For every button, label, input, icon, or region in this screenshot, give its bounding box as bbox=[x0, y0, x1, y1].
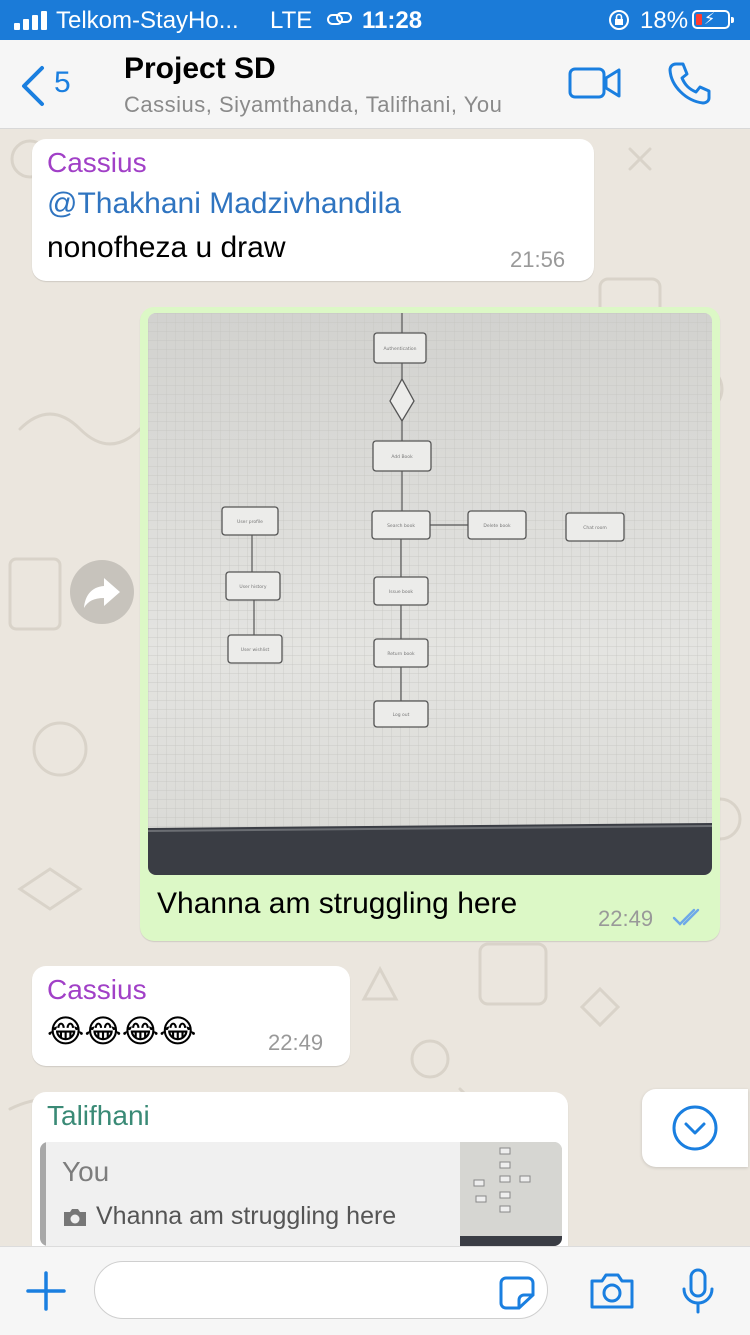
message-bubble-outgoing-image[interactable]: Authentication Add Book User profile Sea… bbox=[140, 307, 720, 941]
message-emoji: 😂😂😂😂 bbox=[47, 1012, 197, 1050]
phone-icon[interactable] bbox=[666, 60, 712, 106]
camera-icon[interactable] bbox=[588, 1271, 636, 1311]
svg-text:Search book: Search book bbox=[387, 523, 415, 529]
svg-text:User profile: User profile bbox=[237, 519, 263, 525]
read-receipt-icon bbox=[672, 908, 700, 926]
message-time: 22:49 bbox=[268, 1030, 324, 1055]
signal-icon bbox=[14, 10, 47, 30]
quote-thumbnail bbox=[460, 1142, 562, 1246]
chat-participants[interactable]: Cassius, Siyamthanda, Talifhani, You bbox=[124, 92, 502, 118]
forward-button[interactable] bbox=[70, 560, 134, 624]
status-bar: Telkom-StayHo... LTE 11:28 18% ⚡ bbox=[0, 0, 750, 40]
flowchart-photo: Authentication Add Book User profile Sea… bbox=[148, 313, 712, 875]
scroll-to-bottom-button[interactable] bbox=[642, 1089, 748, 1167]
message-bubble-incoming[interactable]: Cassius @Thakhani Madzivhandila nonofhez… bbox=[32, 139, 594, 281]
chevron-down-circle-icon bbox=[672, 1105, 718, 1151]
sender-name[interactable]: Talifhani bbox=[47, 1100, 150, 1132]
orientation-lock-icon bbox=[609, 10, 629, 30]
svg-text:Authentication: Authentication bbox=[383, 346, 416, 352]
message-time: 22:49 bbox=[598, 906, 654, 931]
chat-title[interactable]: Project SD bbox=[124, 52, 276, 86]
battery-charging-icon: ⚡ bbox=[692, 10, 734, 29]
chat-area[interactable]: Cassius @Thakhani Madzivhandila nonofhez… bbox=[0, 129, 750, 1246]
message-input-bar bbox=[0, 1246, 750, 1335]
sender-name[interactable]: Cassius bbox=[47, 147, 147, 179]
quoted-message[interactable]: You Vhanna am struggling here bbox=[40, 1142, 562, 1246]
svg-text:Chat room: Chat room bbox=[583, 525, 607, 531]
photo-attachment[interactable]: Authentication Add Book User profile Sea… bbox=[148, 313, 712, 875]
forward-icon bbox=[84, 578, 120, 608]
chat-header: 5 Project SD Cassius, Siyamthanda, Talif… bbox=[0, 40, 750, 129]
carrier-name: Telkom-StayHo... bbox=[56, 7, 239, 34]
camera-small-icon bbox=[64, 1209, 86, 1226]
clock: 11:28 bbox=[362, 7, 423, 34]
sender-name[interactable]: Cassius bbox=[47, 974, 147, 1006]
svg-text:Add Book: Add Book bbox=[391, 454, 413, 460]
link-icon bbox=[327, 12, 352, 25]
mention-link[interactable]: @Thakhani Madzivhandila bbox=[47, 187, 401, 221]
message-text: nonofheza u draw bbox=[47, 231, 286, 264]
message-bubble-incoming-reply[interactable]: Talifhani You Vhanna am struggling here bbox=[32, 1092, 568, 1246]
svg-text:Return book: Return book bbox=[387, 651, 415, 657]
image-caption: Vhanna am struggling here bbox=[157, 887, 518, 920]
quote-author: You bbox=[62, 1156, 110, 1187]
svg-text:Delete book: Delete book bbox=[483, 523, 511, 529]
message-bubble-incoming[interactable]: Cassius 😂😂😂😂 22:49 bbox=[32, 966, 350, 1066]
quote-bar bbox=[40, 1142, 46, 1246]
sticker-icon[interactable] bbox=[498, 1275, 536, 1311]
microphone-icon[interactable] bbox=[680, 1267, 716, 1315]
message-time: 21:56 bbox=[510, 247, 566, 272]
back-unread-count[interactable]: 5 bbox=[54, 66, 71, 100]
network-type: LTE bbox=[270, 7, 313, 34]
quote-text: Vhanna am struggling here bbox=[96, 1202, 397, 1230]
svg-text:User wishlist: User wishlist bbox=[241, 647, 270, 653]
video-call-icon[interactable] bbox=[568, 64, 622, 102]
plus-icon[interactable] bbox=[24, 1269, 68, 1313]
message-input[interactable] bbox=[94, 1261, 548, 1319]
svg-text:Issue book: Issue book bbox=[389, 589, 413, 595]
svg-text:User history: User history bbox=[239, 584, 267, 590]
svg-text:Log out: Log out bbox=[393, 712, 410, 718]
battery-percent: 18% bbox=[640, 7, 689, 34]
